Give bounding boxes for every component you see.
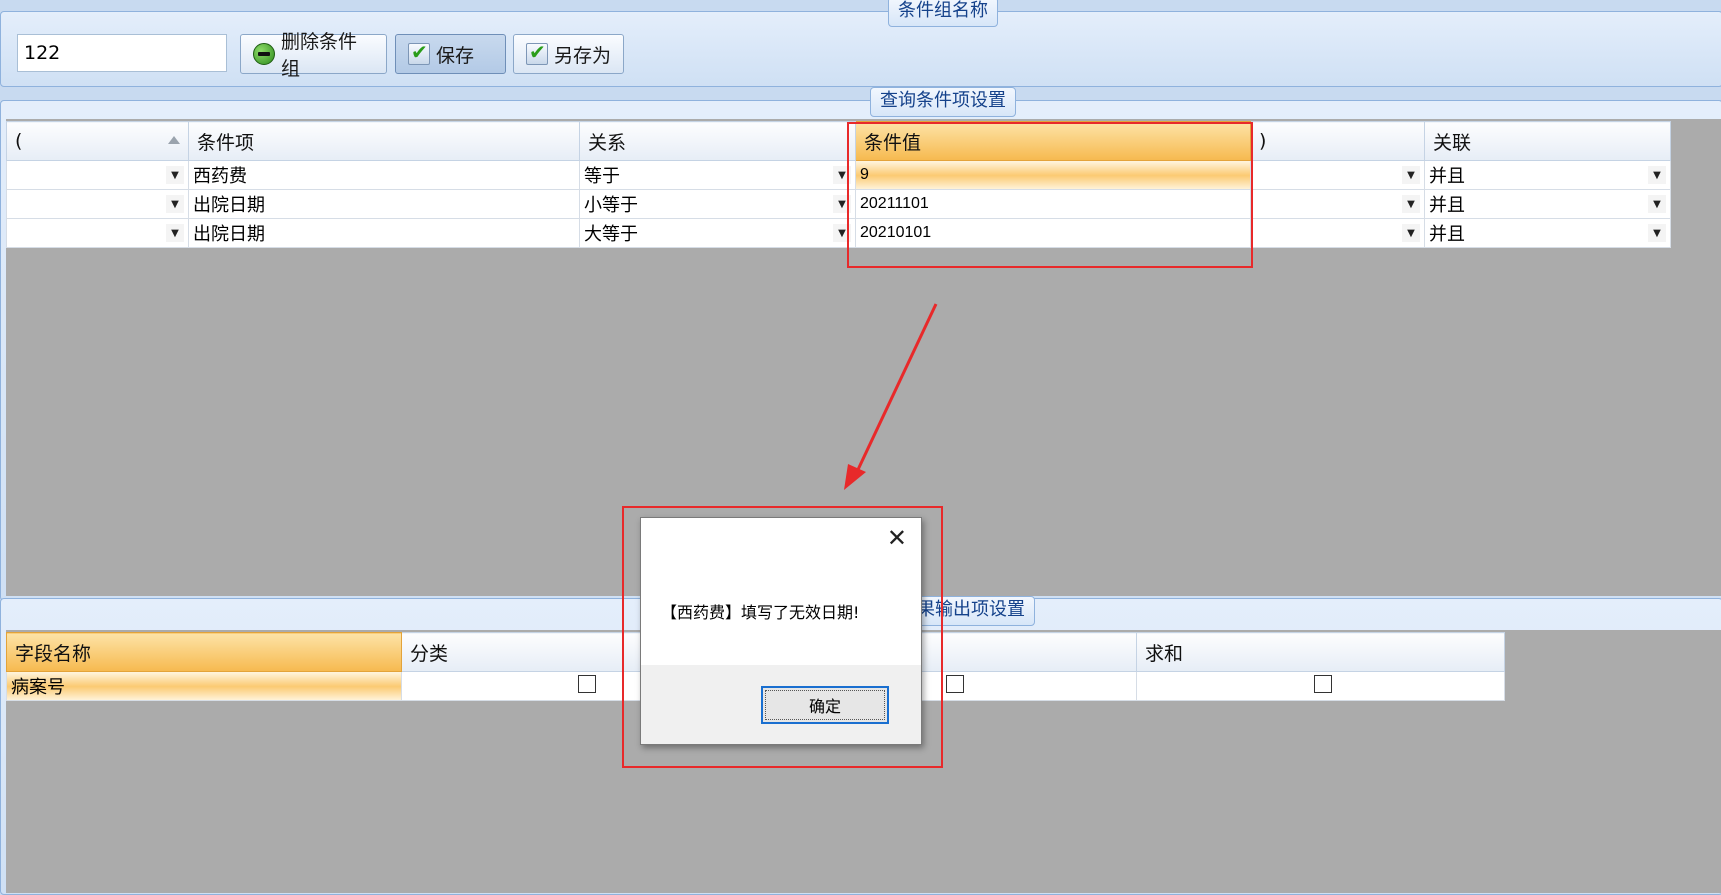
open-paren-cell[interactable]: ▼ [6, 218, 189, 248]
sum-checkbox[interactable] [1314, 674, 1332, 693]
delete-group-label: 删除条件组 [281, 31, 358, 80]
close-icon[interactable]: ✕ [887, 526, 907, 550]
dialog-message: 【西药费】填写了无效日期! [661, 603, 860, 622]
link-cell[interactable]: 并且 ▼ [1424, 189, 1671, 219]
open-paren-cell[interactable]: ▼ [6, 189, 189, 219]
chevron-down-icon[interactable]: ▼ [1648, 224, 1666, 242]
sum-cell[interactable] [1136, 671, 1505, 701]
save-as-button[interactable]: 另存为 [513, 34, 624, 74]
hidden-checkbox[interactable] [946, 674, 964, 693]
relation-value: 小等于 [584, 195, 638, 216]
column-header-relation[interactable]: 关系 [579, 121, 856, 161]
column-header-link[interactable]: 关联 [1424, 121, 1671, 161]
relation-value: 大等于 [584, 224, 638, 245]
link-value: 并且 [1429, 166, 1465, 187]
error-dialog: ✕ 【西药费】填写了无效日期! 确定 [640, 517, 922, 745]
link-value: 并且 [1429, 195, 1465, 216]
column-header-field-name[interactable]: 字段名称 [6, 632, 402, 672]
query-conditions-legend: 查询条件项设置 [870, 87, 1016, 117]
annotation-box-condition-value [847, 122, 1253, 268]
chevron-down-icon[interactable]: ▼ [1402, 195, 1420, 213]
check-icon [526, 40, 548, 65]
ok-button[interactable]: 确定 [761, 686, 889, 724]
chevron-down-icon[interactable]: ▼ [1402, 224, 1420, 242]
open-paren-cell[interactable]: ▼ [6, 160, 189, 190]
relation-value: 等于 [584, 166, 620, 187]
save-button[interactable]: 保存 [395, 34, 506, 74]
save-as-label: 另存为 [554, 44, 612, 67]
close-paren-cell[interactable]: ▼ [1250, 189, 1425, 219]
chevron-down-icon[interactable]: ▼ [166, 195, 184, 213]
link-value: 并且 [1429, 224, 1465, 245]
column-header-condition-item[interactable]: 条件项 [188, 121, 580, 161]
column-header-sum[interactable]: 求和 [1136, 632, 1505, 672]
field-name-cell[interactable]: 病案号 [6, 671, 402, 701]
condition-item-cell[interactable]: 出院日期 [188, 189, 580, 219]
dialog-footer: 确定 [641, 665, 921, 744]
save-label: 保存 [436, 44, 475, 67]
relation-cell[interactable]: 大等于 ▼ [579, 218, 856, 248]
condition-item-cell[interactable]: 出院日期 [188, 218, 580, 248]
column-header-close-paren[interactable]: ) [1250, 121, 1425, 161]
chevron-down-icon[interactable]: ▼ [1402, 166, 1420, 184]
delete-icon [253, 43, 275, 65]
annotation-arrow [844, 303, 938, 490]
link-cell[interactable]: 并且 ▼ [1424, 218, 1671, 248]
chevron-down-icon[interactable]: ▼ [1648, 166, 1666, 184]
condition-item-cell[interactable]: 西药费 [188, 160, 580, 190]
category-checkbox[interactable] [578, 674, 596, 693]
relation-cell[interactable]: 等于 ▼ [579, 160, 856, 190]
relation-cell[interactable]: 小等于 ▼ [579, 189, 856, 219]
condition-group-name-legend: 条件组名称 [888, 0, 998, 27]
query-conditions-grid: ( 条件项 关系 条件值 ) 关联 ▼ 西药费 等于 ▼ 9 ▼ 并且 ▼ ▼ 出院… [6, 121, 1671, 248]
chevron-down-icon[interactable]: ▼ [166, 224, 184, 242]
chevron-down-icon[interactable]: ▼ [1648, 195, 1666, 213]
link-cell[interactable]: 并且 ▼ [1424, 160, 1671, 190]
table-row: ▼ 出院日期 小等于 ▼ 20211101 ▼ 并且 ▼ [6, 189, 1671, 219]
close-paren-cell[interactable]: ▼ [1250, 160, 1425, 190]
delete-group-button[interactable]: 删除条件组 [240, 31, 387, 80]
table-row: ▼ 出院日期 大等于 ▼ 20210101 ▼ 并且 ▼ [6, 218, 1671, 248]
chevron-down-icon[interactable]: ▼ [166, 166, 184, 184]
check-icon [408, 40, 430, 65]
sort-ascending-icon [168, 136, 180, 144]
table-row: ▼ 西药费 等于 ▼ 9 ▼ 并且 ▼ [6, 160, 1671, 190]
group-name-input[interactable] [17, 34, 227, 72]
column-header-open-paren[interactable]: ( [6, 121, 189, 161]
close-paren-cell[interactable]: ▼ [1250, 218, 1425, 248]
column-header-label: ( [15, 130, 23, 152]
